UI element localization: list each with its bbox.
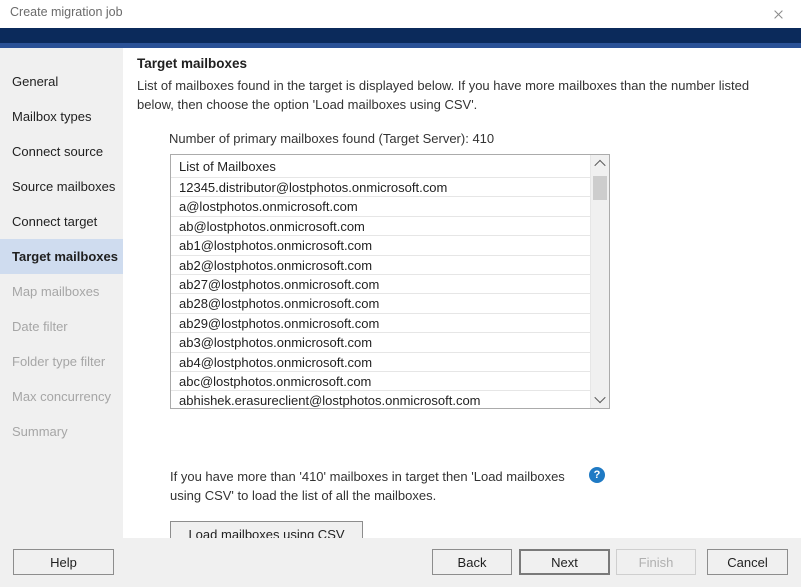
sidebar-item-label: Target mailboxes <box>12 249 118 264</box>
chevron-down-icon <box>594 391 606 404</box>
sidebar-item-target-mailboxes[interactable]: Target mailboxes <box>0 239 123 274</box>
list-item[interactable]: ab@lostphotos.onmicrosoft.com <box>171 217 591 237</box>
content-panel: Target mailboxes List of mailboxes found… <box>123 48 801 547</box>
wizard-step-sidebar: General Mailbox types Connect source Sou… <box>0 48 123 538</box>
mailbox-listbox[interactable]: List of Mailboxes 12345.distributor@lost… <box>170 154 610 409</box>
page-title: Target mailboxes <box>137 56 248 71</box>
scrollbar-thumb[interactable] <box>593 176 607 200</box>
list-item[interactable]: ab29@lostphotos.onmicrosoft.com <box>171 314 591 334</box>
list-item[interactable]: ab1@lostphotos.onmicrosoft.com <box>171 236 591 256</box>
close-button[interactable] <box>755 0 801 28</box>
list-item[interactable]: abc@lostphotos.onmicrosoft.com <box>171 372 591 392</box>
sidebar-item-label: Folder type filter <box>12 354 106 369</box>
list-item[interactable]: ab28@lostphotos.onmicrosoft.com <box>171 294 591 314</box>
sidebar-item-connect-target[interactable]: Connect target <box>0 204 123 239</box>
sidebar-item-mailbox-types[interactable]: Mailbox types <box>0 99 123 134</box>
cancel-button[interactable]: Cancel <box>707 549 788 575</box>
mailbox-list-scrollbar[interactable] <box>591 155 609 408</box>
list-item[interactable]: abhishek.erasureclient@lostphotos.onmicr… <box>171 391 591 408</box>
list-item[interactable]: ab3@lostphotos.onmicrosoft.com <box>171 333 591 353</box>
finish-button: Finish <box>616 549 696 575</box>
create-migration-job-window: Create migration job General Mailbox typ… <box>0 0 801 587</box>
help-button[interactable]: Help <box>13 549 114 575</box>
list-column-header: List of Mailboxes <box>171 155 591 178</box>
header-band-dark <box>0 28 801 43</box>
sidebar-item-summary: Summary <box>0 414 123 449</box>
scroll-up-button[interactable] <box>591 155 609 173</box>
page-description: List of mailboxes found in the target is… <box>137 78 750 112</box>
sidebar-item-general[interactable]: General <box>0 64 123 99</box>
scroll-down-button[interactable] <box>591 390 609 408</box>
sidebar-item-label: Mailbox types <box>12 109 92 124</box>
sidebar-item-label: Connect source <box>12 144 104 159</box>
list-item[interactable]: ab27@lostphotos.onmicrosoft.com <box>171 275 591 295</box>
sidebar-item-max-concurrency: Max concurrency <box>0 379 123 414</box>
close-icon <box>773 9 784 20</box>
back-button[interactable]: Back <box>432 549 512 575</box>
help-info-icon[interactable]: ? <box>589 467 605 483</box>
list-item[interactable]: ab2@lostphotos.onmicrosoft.com <box>171 256 591 275</box>
list-item[interactable]: 12345.distributor@lostphotos.onmicrosoft… <box>171 178 591 198</box>
sidebar-item-source-mailboxes[interactable]: Source mailboxes <box>0 169 123 204</box>
sidebar-item-date-filter: Date filter <box>0 309 123 344</box>
next-button[interactable]: Next <box>519 549 610 575</box>
window-title: Create migration job <box>10 5 123 19</box>
title-bar: Create migration job <box>0 0 801 28</box>
sidebar-item-label: Map mailboxes <box>12 284 100 299</box>
sidebar-item-map-mailboxes: Map mailboxes <box>0 274 123 309</box>
sidebar-item-label: Connect target <box>12 214 98 229</box>
mailbox-count-label: Number of primary mailboxes found (Targe… <box>169 131 495 146</box>
mailbox-list-inner: List of Mailboxes 12345.distributor@lost… <box>171 155 591 408</box>
list-item[interactable]: a@lostphotos.onmicrosoft.com <box>171 197 591 217</box>
csv-hint-text: If you have more than '410' mailboxes in… <box>170 469 565 503</box>
sidebar-item-label: Summary <box>12 424 68 439</box>
sidebar-item-label: Date filter <box>12 319 68 334</box>
footer-bar: Help Back Next Finish Cancel <box>0 538 801 587</box>
chevron-up-icon <box>594 159 606 172</box>
sidebar-item-label: Max concurrency <box>12 389 111 404</box>
sidebar-item-folder-type-filter: Folder type filter <box>0 344 123 379</box>
list-item[interactable]: ab4@lostphotos.onmicrosoft.com <box>171 353 591 372</box>
sidebar-item-connect-source[interactable]: Connect source <box>0 134 123 169</box>
sidebar-item-label: General <box>12 74 59 89</box>
sidebar-item-label: Source mailboxes <box>12 179 116 194</box>
